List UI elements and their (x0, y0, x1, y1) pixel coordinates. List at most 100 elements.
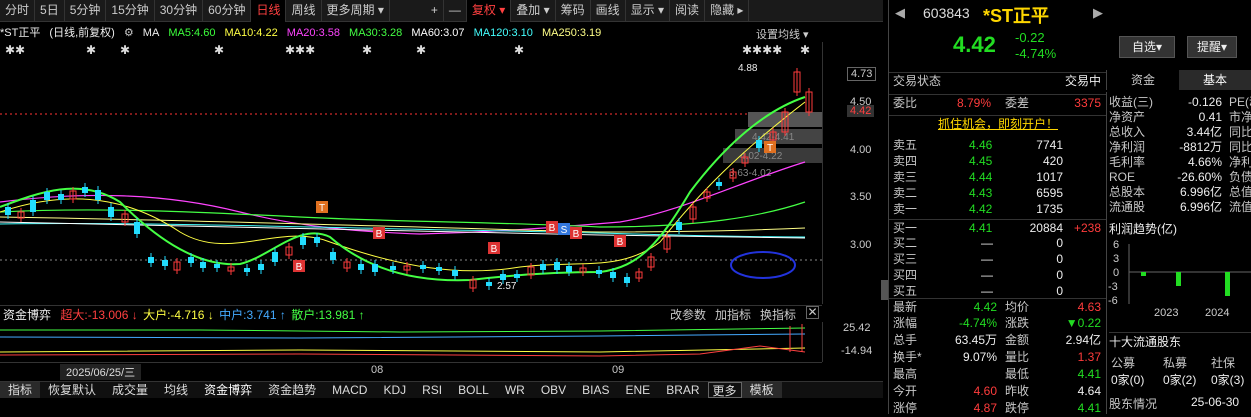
overlay-dropdown[interactable]: 叠加 ▾ (511, 0, 556, 22)
promo-banner[interactable]: 抓住机会，即刻开户！ (889, 115, 1107, 132)
close-icon[interactable]: ✕ (806, 306, 819, 319)
period-toolbar: 分时 5日 5分钟 15分钟 30分钟 60分钟 日线 周线 更多周期 ▾ + … (0, 0, 883, 22)
weibi-value: 8.79% (957, 96, 992, 110)
ask-price: 4.44 (969, 170, 993, 184)
quote-panel: ◀ 603843 *ST正平 ▶ 4.42 -0.22 -4.74% 自选▾ 提… (888, 0, 1237, 415)
stat-row: 最高 最低 4.41 (889, 366, 1107, 383)
candle-body (300, 237, 306, 245)
indicator-tab[interactable]: 指标 (0, 382, 41, 398)
fin-value: 0.41 (1198, 110, 1222, 124)
fin-label2: 负债率 (1229, 170, 1251, 184)
indicator-tab[interactable]: KDJ (375, 382, 414, 398)
chip-label: 3.63-4.02 (729, 168, 772, 179)
next-stock-icon[interactable]: ▶ (1093, 5, 1103, 21)
indicator-tab-active[interactable]: 资金博弈 (196, 382, 260, 398)
indicator-tab[interactable]: OBV (533, 382, 574, 398)
indicator-tab[interactable]: BOLL (450, 382, 497, 398)
indicator-tab[interactable]: RSI (414, 382, 450, 398)
ask-price: 4.42 (969, 202, 993, 216)
draw-button[interactable]: 画线 (591, 0, 626, 22)
bid-price: — (981, 268, 993, 282)
more-periods-dropdown[interactable]: 更多周期 ▾ (322, 0, 390, 22)
tab-basic[interactable]: 基本 (1179, 70, 1251, 90)
indicator-tab[interactable]: BIAS (574, 382, 617, 398)
bid-volume: 0 (1056, 236, 1063, 250)
indicator-tab[interactable]: 资金趋势 (260, 382, 324, 398)
fin-value: 6.996亿 (1179, 185, 1222, 199)
stat-label: 涨跌 (1005, 316, 1030, 330)
candle-body (756, 140, 762, 148)
low-label: 2.57 (497, 281, 517, 292)
stat-label: 量比 (1005, 350, 1030, 364)
add-indicator-button[interactable]: 加指标 (715, 306, 751, 323)
indicator-tab[interactable]: 成交量 (104, 382, 156, 398)
indicator-tab[interactable]: ENE (618, 382, 659, 398)
fin-row: 流通股 6.996亿 流值 (1109, 200, 1251, 215)
add-watchlist-button[interactable]: 自选▾ (1119, 36, 1175, 58)
indicator-tab[interactable]: WR (497, 382, 533, 398)
ask-row[interactable]: 卖三 4.44 1017 (889, 169, 1107, 186)
adjust-dropdown[interactable]: 复权 ▾ (466, 0, 512, 22)
indicator-tab[interactable]: 恢复默认 (40, 382, 104, 398)
candle-body (420, 265, 426, 269)
bid-row[interactable]: 买四 — 0 (889, 267, 1107, 284)
period-tab[interactable]: 15分钟 (106, 0, 155, 22)
candle-body (500, 274, 506, 280)
ask-price: 4.45 (969, 154, 993, 168)
period-tab[interactable]: 5分钟 (65, 0, 107, 22)
fin-label: 净利润 (1109, 140, 1146, 154)
candle-body (258, 264, 264, 270)
candle-body (596, 270, 602, 274)
ask-row[interactable]: 卖五 4.46 7741 (889, 137, 1107, 154)
edit-params-button[interactable]: 改参数 (670, 306, 706, 323)
period-tab[interactable]: 分时 (0, 0, 36, 22)
trend-tick: 0 (1113, 267, 1119, 279)
ask-label: 卖五 (893, 138, 918, 152)
gear-icon[interactable]: ⚙ (124, 27, 134, 39)
period-tab-active[interactable]: 日线 (251, 0, 287, 22)
stat-value: 1.37 (1077, 350, 1101, 364)
stat-value: 4.60 (973, 384, 997, 398)
chips-button[interactable]: 筹码 (556, 0, 591, 22)
panel-collapse-handle[interactable] (881, 280, 888, 300)
ma-value: MA60:3.07 (411, 27, 465, 39)
switch-indicator-button[interactable]: 换指标 (760, 306, 796, 323)
period-tab[interactable]: 周线 (286, 0, 322, 22)
indicator-tab[interactable]: 均线 (156, 382, 196, 398)
bid-row[interactable]: 买一 4.41 20884 +238 (889, 219, 1107, 236)
alert-button[interactable]: 提醒▾ (1187, 36, 1237, 58)
ma-label: MA (142, 27, 160, 39)
read-button[interactable]: 阅读 (670, 0, 706, 22)
ask-row[interactable]: 卖一 4.42 1735 (889, 201, 1107, 218)
trade-marker: B (296, 262, 303, 273)
candle-body (436, 267, 442, 271)
stock-code: 603843 (923, 5, 970, 21)
tab-fund[interactable]: 资金 (1106, 70, 1179, 90)
zoom-in-button[interactable]: + (426, 0, 444, 22)
period-tab[interactable]: 5日 (35, 0, 65, 22)
holder-count: 0家(3) (1211, 373, 1245, 387)
more-tabs-button[interactable]: 更多 (707, 382, 742, 398)
kline-chart[interactable]: ✱✱ ✱ ✱ ✱ ✱✱✱ ✱ ✱ ✱ ✱✱✱✱ ✱ 4.42-4.41 4.02-4.22 3.6… (0, 42, 822, 304)
period-tab[interactable]: 60分钟 (203, 0, 252, 22)
bid-row[interactable]: 买三 — 0 (889, 251, 1107, 268)
indicator-tab[interactable]: MACD (324, 382, 375, 398)
fund-indicator-bar: 资金博弈 超大:-13.006 ↓ 大户:-4.716 ↓ 中户:3.741 ↑… (0, 305, 822, 322)
bid-row[interactable]: 买二 — 0 (889, 235, 1107, 252)
fin-label2: 同比 (1229, 140, 1251, 154)
svg-text:✱: ✱ (800, 43, 810, 57)
display-dropdown[interactable]: 显示 ▾ (626, 0, 671, 22)
fund-title: 资金博弈 (3, 308, 52, 322)
indicator-tab[interactable]: BRAR (658, 382, 707, 398)
ma-settings-dropdown[interactable]: 设置均线 ▾ (756, 26, 809, 42)
hide-dropdown[interactable]: 隐藏 ▸ (705, 0, 750, 22)
prev-stock-icon[interactable]: ◀ (895, 5, 905, 21)
holder-cat: 公募 (1111, 356, 1136, 370)
stock-name: *ST正平 (983, 6, 1050, 26)
ask-row[interactable]: 卖二 4.43 6595 (889, 185, 1107, 202)
stat-label: 均价 (1005, 300, 1030, 314)
period-tab[interactable]: 30分钟 (155, 0, 204, 22)
ask-row[interactable]: 卖四 4.45 420 (889, 153, 1107, 170)
zoom-out-button[interactable]: — (444, 0, 467, 22)
template-button[interactable]: 模板 (741, 382, 782, 398)
